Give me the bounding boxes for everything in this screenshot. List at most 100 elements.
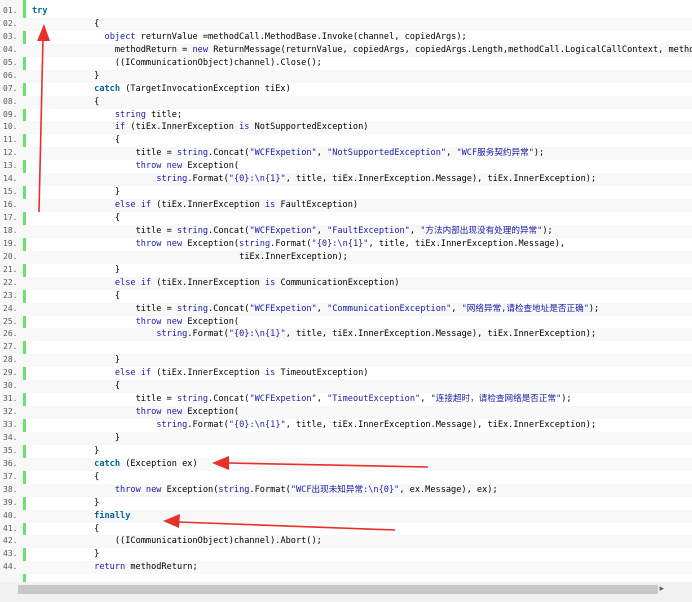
code-token: .Concat(	[208, 148, 250, 159]
code-token: (tiEx.InnerException	[156, 368, 265, 379]
code-line: 14. string.Format("{0}:\n{1}", title, tiE…	[0, 173, 692, 187]
code-line: 39.}	[0, 497, 692, 510]
code-token: , title, tiEx.InnerException.Message), t…	[285, 329, 597, 340]
code-line: 03. object returnValue =methodCall.Method…	[0, 31, 692, 44]
code-line: 42. ((ICommunicationObject)channel).Abort…	[0, 535, 692, 549]
line-number: 19.	[3, 238, 18, 248]
keyword-token: string	[156, 420, 188, 430]
code-text: }	[94, 497, 99, 510]
code-token: ,	[451, 303, 462, 314]
code-line: 21.}	[0, 264, 692, 277]
code-text: }	[115, 432, 120, 445]
code-line: 29. else if (tiEx.InnerException is Timeo…	[0, 367, 692, 380]
code-text: title = string.Concat("WCFExpetion", "Fa…	[136, 225, 553, 238]
code-line: 07. catch (TargetInvocationException tiEx…	[0, 83, 692, 96]
code-line: 32. throw new Exception(	[0, 406, 692, 419]
keyword-token: throw new	[135, 238, 188, 249]
line-number: 30.	[3, 381, 18, 391]
code-token: ,	[446, 148, 457, 159]
code-token: ((ICommunicationObject)channel).Close();	[114, 57, 322, 68]
horizontal-scrollbar[interactable]: ▸	[0, 582, 692, 602]
keyword-token: string	[156, 174, 188, 185]
string-literal: "连接超时，请检查网络是否正常"	[430, 394, 562, 405]
keyword-token: is	[264, 277, 281, 288]
string-literal: "FaultException"	[327, 225, 410, 236]
code-line: 04. methodReturn = new ReturnMessage(retu…	[0, 43, 692, 57]
line-number: 34.	[3, 432, 18, 442]
line-number: 27.	[3, 342, 18, 352]
line-number: 10.	[3, 122, 18, 132]
line-number: 44.	[3, 562, 18, 572]
line-number: 41.	[3, 523, 18, 533]
line-number: 11.	[3, 135, 18, 145]
line-number: 39.	[3, 497, 18, 507]
code-text: ((ICommunicationObject)channel).Close();	[115, 57, 322, 70]
code-text: finally	[94, 510, 130, 523]
string-literal: "网络异常,请检查地址是否正确"	[461, 303, 589, 314]
keyword-token: throw new	[135, 407, 188, 418]
line-number: 09.	[3, 109, 18, 119]
string-literal: "CommunicationException"	[327, 303, 452, 314]
code-token: tiEx.InnerException);	[239, 251, 348, 262]
string-literal: "{0}:\n{1}"	[311, 238, 369, 249]
line-number: 32.	[3, 407, 18, 417]
code-line: 17. {	[0, 212, 692, 225]
code-text: string title;	[115, 109, 182, 122]
line-number: 23.	[3, 290, 18, 300]
keyword-token: finally	[94, 510, 131, 521]
code-token: title =	[135, 225, 177, 236]
code-line: 16. else if (tiEx.InnerException is Fault…	[0, 199, 692, 212]
line-number: 07.	[3, 83, 18, 93]
string-literal: "{0}:\n{1}"	[228, 174, 286, 185]
line-number: 40.	[3, 510, 18, 520]
code-token: Exception(	[187, 161, 240, 172]
code-text: }	[115, 186, 120, 199]
keyword-token: string	[177, 394, 209, 405]
code-text: throw new Exception(	[136, 316, 240, 329]
code-token: title =	[135, 303, 177, 314]
code-text: else if (tiEx.InnerException is Communic…	[115, 277, 400, 290]
code-token: .Concat(	[208, 394, 250, 405]
code-text: {	[94, 471, 99, 484]
code-text: else if (tiEx.InnerException is FaultExc…	[115, 199, 358, 212]
code-text: {	[115, 290, 120, 303]
code-text: throw new Exception(	[136, 406, 240, 419]
line-number: 02.	[3, 18, 18, 28]
code-token: ReturnMessage(returnValue, copiedArgs, c…	[213, 44, 692, 55]
code-token: ,	[316, 303, 328, 314]
code-text: title = string.Concat("WCFExpetion", "Co…	[136, 303, 600, 316]
code-text: throw new Exception(string.Format("{0}:\…	[136, 238, 565, 251]
string-literal: "TimeoutException"	[327, 394, 421, 405]
code-token: }	[114, 432, 121, 443]
code-text: }	[115, 264, 120, 277]
code-line: 43.}	[0, 548, 692, 561]
code-token: .Format(	[249, 484, 291, 495]
code-token: ,	[316, 225, 328, 236]
code-text: {	[115, 380, 120, 393]
scroll-right-arrow-icon[interactable]: ▸	[659, 584, 664, 594]
line-number: 22.	[3, 277, 18, 287]
keyword-token: is	[264, 368, 281, 379]
keyword-token: throw new	[114, 484, 167, 495]
code-token: , title, tiEx.InnerException.Message), t…	[285, 420, 597, 430]
code-line: 40. finally	[0, 509, 692, 523]
code-token: .Format(	[187, 329, 229, 340]
line-number: 33.	[3, 420, 18, 429]
code-token: TimeoutException)	[280, 368, 369, 379]
code-token: {	[114, 381, 121, 392]
code-token: Exception(	[187, 407, 240, 418]
code-token: , ex.Message), ex);	[399, 484, 498, 495]
line-number: 20.	[3, 251, 18, 261]
scrollbar-thumb[interactable]	[18, 585, 658, 594]
keyword-token: string	[177, 225, 209, 236]
code-text: if (tiEx.InnerException is NotSupportedE…	[115, 121, 369, 134]
string-literal: "WCFExpetion"	[249, 148, 317, 159]
code-line: 36. catch (Exception ex)	[0, 457, 692, 471]
line-number: 29.	[3, 368, 18, 378]
code-token: }	[94, 549, 100, 560]
code-token: }	[114, 264, 121, 275]
code-text: {	[94, 96, 99, 109]
code-text: }	[94, 548, 99, 561]
keyword-token: is	[264, 200, 281, 211]
line-number: 21.	[3, 264, 18, 274]
